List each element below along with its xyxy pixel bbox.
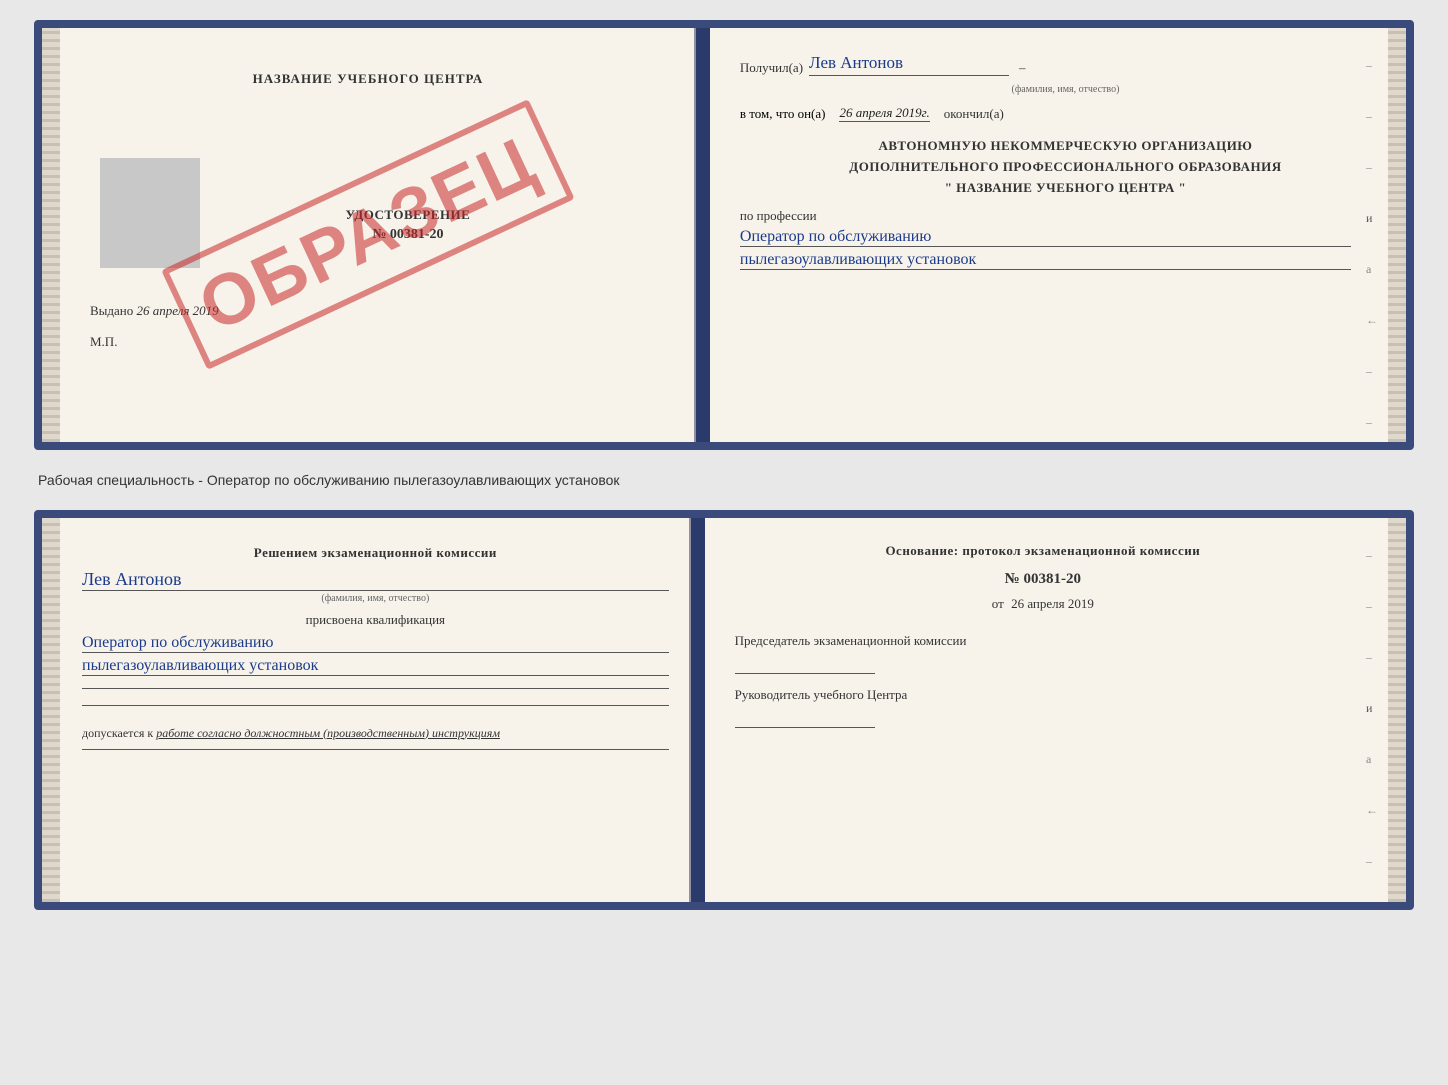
udostoverenie-number: № 00381-20 bbox=[160, 227, 656, 243]
profession-block: Оператор по обслуживанию пылегазоулавлив… bbox=[740, 228, 1391, 270]
org-block: АВТОНОМНУЮ НЕКОММЕРЧЕСКУЮ ОРГАНИЗАЦИЮ ДО… bbox=[740, 136, 1391, 198]
poluchil-row: Получил(а) Лев Антонов – bbox=[740, 53, 1391, 76]
spine-divider bbox=[696, 28, 710, 442]
poluchil-label: Получил(а) bbox=[740, 60, 803, 76]
blank-line1 bbox=[82, 688, 669, 689]
top-doc-right: Получил(а) Лев Антонов – (фамилия, имя, … bbox=[710, 28, 1406, 442]
ot-label: от bbox=[992, 596, 1004, 611]
predsedatel-block: Председатель экзаменационной комиссии bbox=[735, 632, 1351, 674]
dopusk-label: допускается к bbox=[82, 726, 153, 740]
vtom-row: в том, что он(а) 26 апреля 2019г. окончи… bbox=[740, 105, 1391, 122]
ot-date-value: 26 апреля 2019 bbox=[1011, 596, 1094, 611]
center-title: НАЗВАНИЕ УЧЕБНОГО ЦЕНТРА bbox=[80, 71, 656, 87]
org-line1: АВТОНОМНУЮ НЕКОММЕРЧЕСКУЮ ОРГАНИЗАЦИЮ bbox=[740, 136, 1391, 157]
kvali-line1: Оператор по обслуживанию bbox=[82, 634, 669, 653]
bottom-right-content: Основание: протокол экзаменационной коми… bbox=[735, 543, 1391, 728]
rukovoditel-label: Руководитель учебного Центра bbox=[735, 686, 1351, 704]
blank-line3 bbox=[82, 749, 669, 750]
bottom-doc-right: Основание: протокол экзаменационной коми… bbox=[705, 518, 1406, 902]
komissia-text: Решением экзаменационной комиссии bbox=[82, 543, 669, 563]
vtom-label: в том, что он(а) bbox=[740, 106, 826, 122]
fio-subtitle: (фамилия, имя, отчество) bbox=[740, 84, 1391, 95]
protocol-number: № 00381-20 bbox=[735, 571, 1351, 588]
org-line2: ДОПОЛНИТЕЛЬНОГО ПРОФЕССИОНАЛЬНОГО ОБРАЗО… bbox=[740, 157, 1391, 178]
mp-line: М.П. bbox=[80, 334, 656, 350]
prisvoena-text: присвоена квалификация bbox=[82, 612, 669, 628]
okonchil-label: окончил(а) bbox=[944, 106, 1004, 122]
po-professii-label: по профессии bbox=[740, 208, 1391, 224]
texture-bl-left bbox=[42, 518, 60, 902]
bottom-left-content: Решением экзаменационной комиссии Лев Ан… bbox=[72, 543, 669, 750]
photo-placeholder bbox=[100, 158, 200, 268]
vydano-date: 26 апреля 2019 bbox=[137, 303, 219, 318]
separator-text: Рабочая специальность - Оператор по обсл… bbox=[34, 466, 1414, 494]
date-value: 26 апреля 2019г. bbox=[839, 105, 929, 122]
bottom-doc-left: Решением экзаменационной комиссии Лев Ан… bbox=[42, 518, 691, 902]
bottom-document: Решением экзаменационной комиссии Лев Ан… bbox=[34, 510, 1414, 910]
fio-komissia-sub: (фамилия, имя, отчество) bbox=[82, 590, 669, 604]
profession-line2: пылегазоулавливающих установок bbox=[740, 251, 1351, 270]
ot-date-row: от 26 апреля 2019 bbox=[735, 596, 1351, 612]
rukovoditel-block: Руководитель учебного Центра bbox=[735, 686, 1351, 728]
dash1: – bbox=[1019, 60, 1026, 76]
top-document: НАЗВАНИЕ УЧЕБНОГО ЦЕНТРА УДОСТОВЕРЕНИЕ №… bbox=[34, 20, 1414, 450]
predsedatel-signature-line bbox=[735, 654, 875, 674]
org-name: " НАЗВАНИЕ УЧЕБНОГО ЦЕНТРА " bbox=[740, 178, 1391, 199]
kvali-line2: пылегазоулавливающих установок bbox=[82, 657, 669, 676]
bottom-spine-divider bbox=[691, 518, 705, 902]
blank-line2 bbox=[82, 705, 669, 706]
texture-br-right bbox=[1388, 518, 1406, 902]
right-dashes: – – – и а ← – – – – bbox=[1366, 58, 1378, 450]
fio-komissia: Лев Антонов bbox=[82, 569, 669, 590]
bottom-right-dashes: – – – и а ← – – – – bbox=[1366, 548, 1378, 910]
osnovanie-label: Основание: протокол экзаменационной коми… bbox=[735, 543, 1351, 559]
texture-left bbox=[42, 28, 60, 442]
texture-right bbox=[1388, 28, 1406, 442]
udostoverenie-title: УДОСТОВЕРЕНИЕ bbox=[160, 207, 656, 223]
dopusk-block: допускается к работе согласно должностны… bbox=[82, 726, 669, 741]
vydano-label: Выдано bbox=[90, 303, 133, 318]
top-doc-left: НАЗВАНИЕ УЧЕБНОГО ЦЕНТРА УДОСТОВЕРЕНИЕ №… bbox=[42, 28, 696, 442]
rukovoditel-signature-line bbox=[735, 708, 875, 728]
fio-value: Лев Антонов bbox=[809, 53, 1009, 76]
vydano-line: Выдано 26 апреля 2019 bbox=[80, 303, 656, 319]
udostoverenie-block: УДОСТОВЕРЕНИЕ № 00381-20 bbox=[160, 207, 656, 243]
dopusk-value: работе согласно должностным (производств… bbox=[156, 726, 500, 740]
predsedatel-label: Председатель экзаменационной комиссии bbox=[735, 632, 1351, 650]
profession-line1: Оператор по обслуживанию bbox=[740, 228, 1351, 247]
